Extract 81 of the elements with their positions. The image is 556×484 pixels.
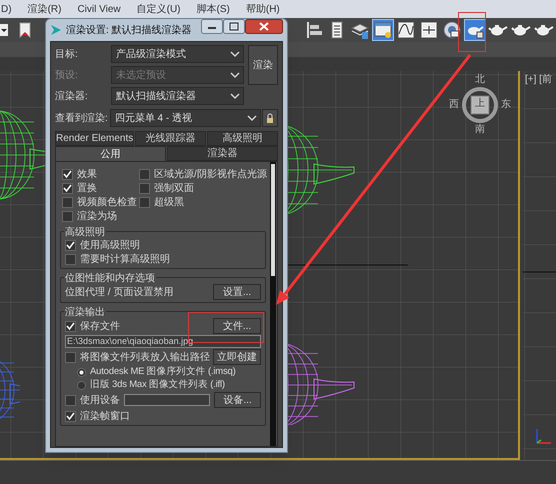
- compass-label: 西: [449, 100, 459, 110]
- tab[interactable]: Render Elements: [55, 131, 134, 146]
- field-label: 目标:: [55, 48, 79, 62]
- chevron-icon: [229, 49, 241, 59]
- curve-icon[interactable]: [396, 20, 416, 40]
- radio-label: Autodesk ME 图像序列文件 (.imsq): [90, 364, 236, 379]
- checkbox-label: 视频颜色检查: [77, 196, 137, 210]
- viewport-label[interactable]: [+] [前: [525, 75, 552, 85]
- checkbox-label: 强制双面: [154, 182, 194, 196]
- app-icon: [50, 24, 62, 36]
- info-text: 位图代理 / 页面设置禁用: [65, 286, 174, 300]
- maximize-button[interactable]: [223, 19, 245, 34]
- device-field[interactable]: [124, 394, 210, 406]
- menu-item[interactable]: 脚本(S): [196, 2, 230, 16]
- highlight-box: [458, 12, 486, 52]
- scrollbar-thumb[interactable]: [271, 164, 275, 276]
- menu-item[interactable]: 帮助(H): [246, 2, 280, 16]
- compass-label: 南: [475, 125, 485, 135]
- setup-button[interactable]: 设置...: [213, 284, 261, 300]
- checkbox-label: 使用设备: [80, 394, 120, 408]
- checkbox[interactable]: [62, 182, 73, 194]
- view-cube-label: 上: [475, 99, 485, 109]
- create-button[interactable]: 立即创建: [213, 349, 261, 365]
- compass-label: 东: [501, 100, 511, 110]
- teapot-icon[interactable]: [465, 20, 485, 40]
- minimize-button[interactable]: [201, 19, 223, 34]
- checkbox-label: 效果: [77, 168, 97, 182]
- field-label: 渲染器:: [55, 90, 89, 104]
- menu-item[interactable]: Civil View: [77, 2, 121, 16]
- radio-button[interactable]: [77, 380, 86, 390]
- checkbox[interactable]: [139, 196, 150, 208]
- compass-label: 北: [475, 75, 485, 85]
- menu-item[interactable]: D): [1, 2, 12, 16]
- menu-item[interactable]: 渲染(R): [28, 2, 62, 16]
- checkbox[interactable]: [62, 210, 73, 222]
- tab[interactable]: 渲染器: [167, 146, 278, 161]
- render-button[interactable]: 渲染: [248, 45, 278, 85]
- align-icon[interactable]: [304, 20, 324, 40]
- checkbox-label: 区域光源/阴影视作点光源: [154, 168, 267, 182]
- checkbox-label: 渲染为场: [77, 210, 117, 224]
- view-cube[interactable]: [460, 85, 500, 125]
- tab[interactable]: 高级照明: [207, 131, 278, 146]
- field-label: 预设:: [55, 68, 79, 82]
- dropdown[interactable]: 四元菜单 4 - 透视: [110, 109, 261, 127]
- tab[interactable]: 公用: [55, 146, 166, 161]
- checkbox[interactable]: [62, 168, 73, 180]
- checkbox[interactable]: [139, 168, 150, 180]
- chevron-icon: [246, 113, 258, 123]
- radio-button[interactable]: [77, 368, 86, 376]
- files-button[interactable]: 文件...: [213, 318, 261, 334]
- window-icon[interactable]: [373, 20, 393, 40]
- gear-icon[interactable]: [442, 20, 462, 40]
- checkbox[interactable]: [65, 240, 76, 250]
- checkbox-label: 保存文件: [80, 320, 120, 334]
- chevron-icon: [229, 70, 241, 80]
- lock-button[interactable]: [262, 109, 278, 127]
- checkbox[interactable]: [65, 254, 76, 264]
- devices-button[interactable]: 设备...: [214, 392, 261, 408]
- checkbox-label: 超级黑: [154, 196, 184, 210]
- checkbox[interactable]: [65, 394, 76, 406]
- field-label: 查看到渲染:: [55, 112, 108, 126]
- checkbox[interactable]: [65, 352, 76, 362]
- menu-item[interactable]: 自定义(U): [136, 2, 181, 16]
- window-title: 渲染设置: 默认扫描线渲染器: [66, 24, 193, 38]
- dropdown[interactable]: 产品级渲染模式: [111, 45, 244, 63]
- checkbox-label: 渲染帧窗口: [80, 410, 130, 424]
- group-title: 高级照明: [64, 225, 106, 240]
- checkbox[interactable]: [65, 320, 76, 332]
- dropdown[interactable]: 默认扫描线渲染器: [111, 87, 244, 105]
- checkbox-label: 将图像文件列表放入输出路径: [80, 350, 210, 364]
- checkbox[interactable]: [65, 410, 76, 422]
- checkbox[interactable]: [139, 182, 150, 194]
- checkbox[interactable]: [62, 196, 73, 208]
- frame-icon[interactable]: [419, 20, 439, 40]
- checkbox-label: 使用高级照明: [80, 238, 140, 252]
- radio-label: 旧版 3ds Max 图像文件列表 (.ifl): [90, 378, 225, 392]
- chevron-icon: [229, 91, 241, 101]
- close-button[interactable]: [245, 19, 283, 34]
- tab[interactable]: 光线跟踪器: [135, 131, 206, 146]
- checkbox-label: 需要时计算高级照明: [80, 252, 170, 266]
- checkbox-label: 置换: [77, 182, 97, 196]
